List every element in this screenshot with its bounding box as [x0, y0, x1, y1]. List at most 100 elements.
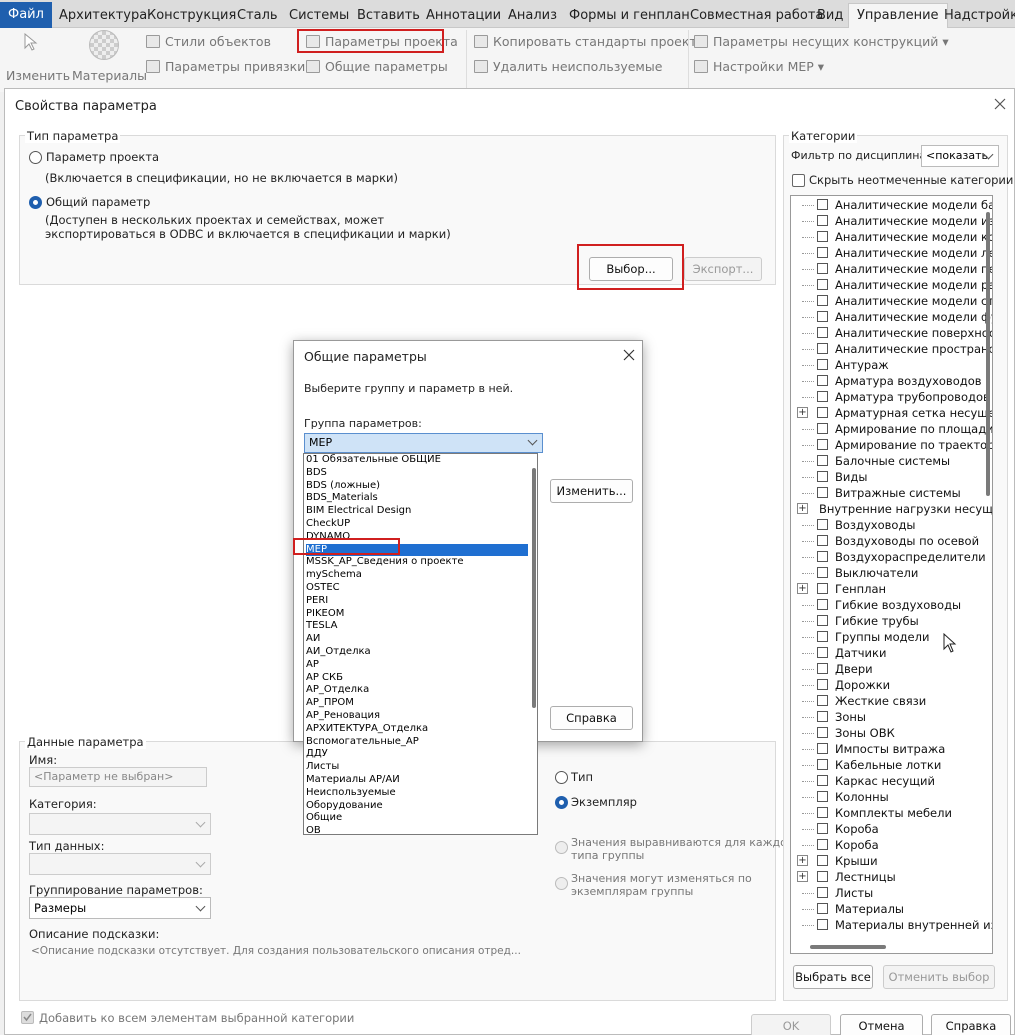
category-item[interactable]: Арматура воздуховодов	[791, 373, 991, 389]
category-checkbox[interactable]	[817, 359, 828, 370]
category-item[interactable]: Аналитические модели пер	[791, 261, 992, 277]
purge-unused-button[interactable]: Удалить неиспользуемые	[474, 59, 662, 74]
category-checkbox[interactable]	[817, 839, 828, 850]
category-checkbox[interactable]	[817, 215, 828, 226]
category-checkbox[interactable]	[817, 663, 828, 674]
category-checkbox[interactable]	[817, 775, 828, 786]
dropdown-option[interactable]: АР СКБ	[306, 672, 528, 685]
category-item[interactable]: Виды	[791, 469, 991, 485]
category-item[interactable]: Аналитические модели ст...	[791, 293, 992, 309]
category-item[interactable]: Аналитические модели лен	[791, 245, 992, 261]
category-item[interactable]: Балочные системы	[791, 453, 991, 469]
dropdown-option[interactable]: АР_Реновация	[306, 710, 528, 723]
select-all-button[interactable]: Выбрать все	[793, 965, 873, 989]
category-item[interactable]: Арматура трубопроводов	[791, 389, 991, 405]
category-item[interactable]: Зоны ОВК	[791, 725, 991, 741]
category-checkbox[interactable]	[817, 615, 828, 626]
category-item[interactable]: Антураж	[791, 357, 991, 373]
category-item[interactable]: Витражные системы	[791, 485, 991, 501]
category-checkbox[interactable]	[817, 599, 828, 610]
categories-hscrollbar[interactable]	[810, 945, 886, 949]
category-checkbox[interactable]	[817, 743, 828, 754]
category-item[interactable]: Кабельные лотки	[791, 757, 991, 773]
close-icon[interactable]	[623, 349, 635, 361]
category-item[interactable]: Двери	[791, 661, 991, 677]
close-icon[interactable]	[993, 97, 1007, 111]
category-item[interactable]: Аналитические модели бал	[791, 197, 992, 213]
dropdown-option[interactable]: PIKEOM	[306, 608, 528, 621]
tab-massing-site[interactable]: Формы и генплан	[569, 4, 690, 28]
category-checkbox[interactable]	[817, 263, 828, 274]
shared-help-button[interactable]: Справка	[550, 706, 633, 730]
dropdown-option[interactable]: ОВ	[306, 825, 528, 834]
tab-architecture[interactable]: Архитектура	[59, 4, 147, 28]
category-checkbox[interactable]	[817, 455, 828, 466]
category-checkbox[interactable]	[817, 439, 828, 450]
dropdown-option[interactable]: Неиспользуемые	[306, 787, 528, 800]
dropdown-option[interactable]: Вспомогательные_АР	[306, 736, 528, 749]
dropdown-option[interactable]: BDS_Materials	[306, 492, 528, 505]
dropdown-option[interactable]: ДДУ	[306, 748, 528, 761]
dropdown-option[interactable]: Листы	[306, 761, 528, 774]
dropdown-option[interactable]: Материалы АР/АИ	[306, 774, 528, 787]
category-item[interactable]: Материалы	[791, 901, 991, 917]
dropdown-option[interactable]: АР_ПРОМ	[306, 697, 528, 710]
parameter-group-select[interactable]: MEP	[304, 433, 543, 453]
parameter-group-dropdown[interactable]: 01 Обязательные ОБЩИЕ BDS BDS (ложные) BDS_…	[303, 453, 538, 835]
expand-icon[interactable]: +	[797, 871, 808, 882]
category-item[interactable]: Комплекты мебели	[791, 805, 991, 821]
dropdown-option[interactable]: BDS	[306, 467, 528, 480]
category-item[interactable]: Армирование по площади н	[791, 421, 992, 437]
dropdown-option[interactable]: TESLA	[306, 620, 528, 633]
dropdown-option[interactable]: PERI	[306, 595, 528, 608]
category-checkbox[interactable]	[817, 759, 828, 770]
category-checkbox[interactable]	[817, 327, 828, 338]
dropdown-option[interactable]: АР_Отделка	[306, 684, 528, 697]
tab-manage[interactable]: Управление	[848, 3, 948, 29]
cancel-button[interactable]: Отмена	[840, 1014, 923, 1035]
category-item[interactable]: Воздуховоды	[791, 517, 991, 533]
category-checkbox[interactable]	[817, 903, 828, 914]
category-checkbox[interactable]	[817, 823, 828, 834]
tab-addins[interactable]: Надстройки	[944, 4, 1015, 28]
category-item[interactable]: Аналитические поверхнос...	[791, 325, 992, 341]
category-item[interactable]: Листы	[791, 885, 991, 901]
category-checkbox[interactable]	[817, 791, 828, 802]
category-item[interactable]: Воздухораспределители	[791, 549, 991, 565]
shared-parameters-button[interactable]: Общие параметры	[306, 59, 448, 74]
category-item[interactable]: Каркас несущий	[791, 773, 991, 789]
category-checkbox[interactable]	[817, 231, 828, 242]
category-item[interactable]: Армирование по траектори	[791, 437, 992, 453]
category-checkbox[interactable]	[817, 711, 828, 722]
category-item[interactable]: Дорожки	[791, 677, 991, 693]
dropdown-scrollbar[interactable]	[532, 468, 536, 708]
category-checkbox[interactable]	[817, 311, 828, 322]
expand-icon[interactable]: +	[797, 407, 808, 418]
dropdown-option[interactable]: CheckUP	[306, 518, 528, 531]
tab-view[interactable]: Вид	[817, 4, 843, 28]
category-item[interactable]: Аналитические пространст	[791, 341, 992, 357]
category-item[interactable]: Датчики	[791, 645, 991, 661]
tab-file[interactable]: Файл	[0, 2, 52, 28]
category-checkbox[interactable]	[817, 871, 828, 882]
grouping-select[interactable]: Размеры	[29, 897, 211, 919]
dropdown-option[interactable]: АИ	[306, 633, 528, 646]
category-item[interactable]: Воздуховоды по осевой	[791, 533, 991, 549]
category-checkbox[interactable]	[817, 295, 828, 306]
category-checkbox[interactable]	[817, 391, 828, 402]
category-item[interactable]: Аналитические модели изо	[791, 213, 992, 229]
dropdown-option[interactable]: Оборудование	[306, 800, 528, 813]
category-item[interactable]: Короба	[791, 821, 991, 837]
dropdown-option[interactable]: АРХИТЕКТУРА_Отделка	[306, 723, 528, 736]
categories-list[interactable]: Аналитические модели бал Аналитические мо…	[790, 195, 993, 954]
category-item[interactable]: Гибкие трубы	[791, 613, 991, 629]
dropdown-option[interactable]: BIM Electrical Design	[306, 505, 528, 518]
dropdown-option[interactable]: Общие	[306, 812, 528, 825]
materials-button[interactable]: Материалы	[72, 68, 147, 83]
tab-structure[interactable]: Конструкция	[147, 4, 236, 28]
category-item[interactable]: Аналитические модели кол	[791, 229, 992, 245]
category-item[interactable]: Выключатели	[791, 565, 991, 581]
category-item[interactable]: Колонны	[791, 789, 991, 805]
shared-parameter-radio[interactable]	[29, 196, 42, 209]
discipline-filter-select[interactable]: <показать	[921, 145, 999, 167]
